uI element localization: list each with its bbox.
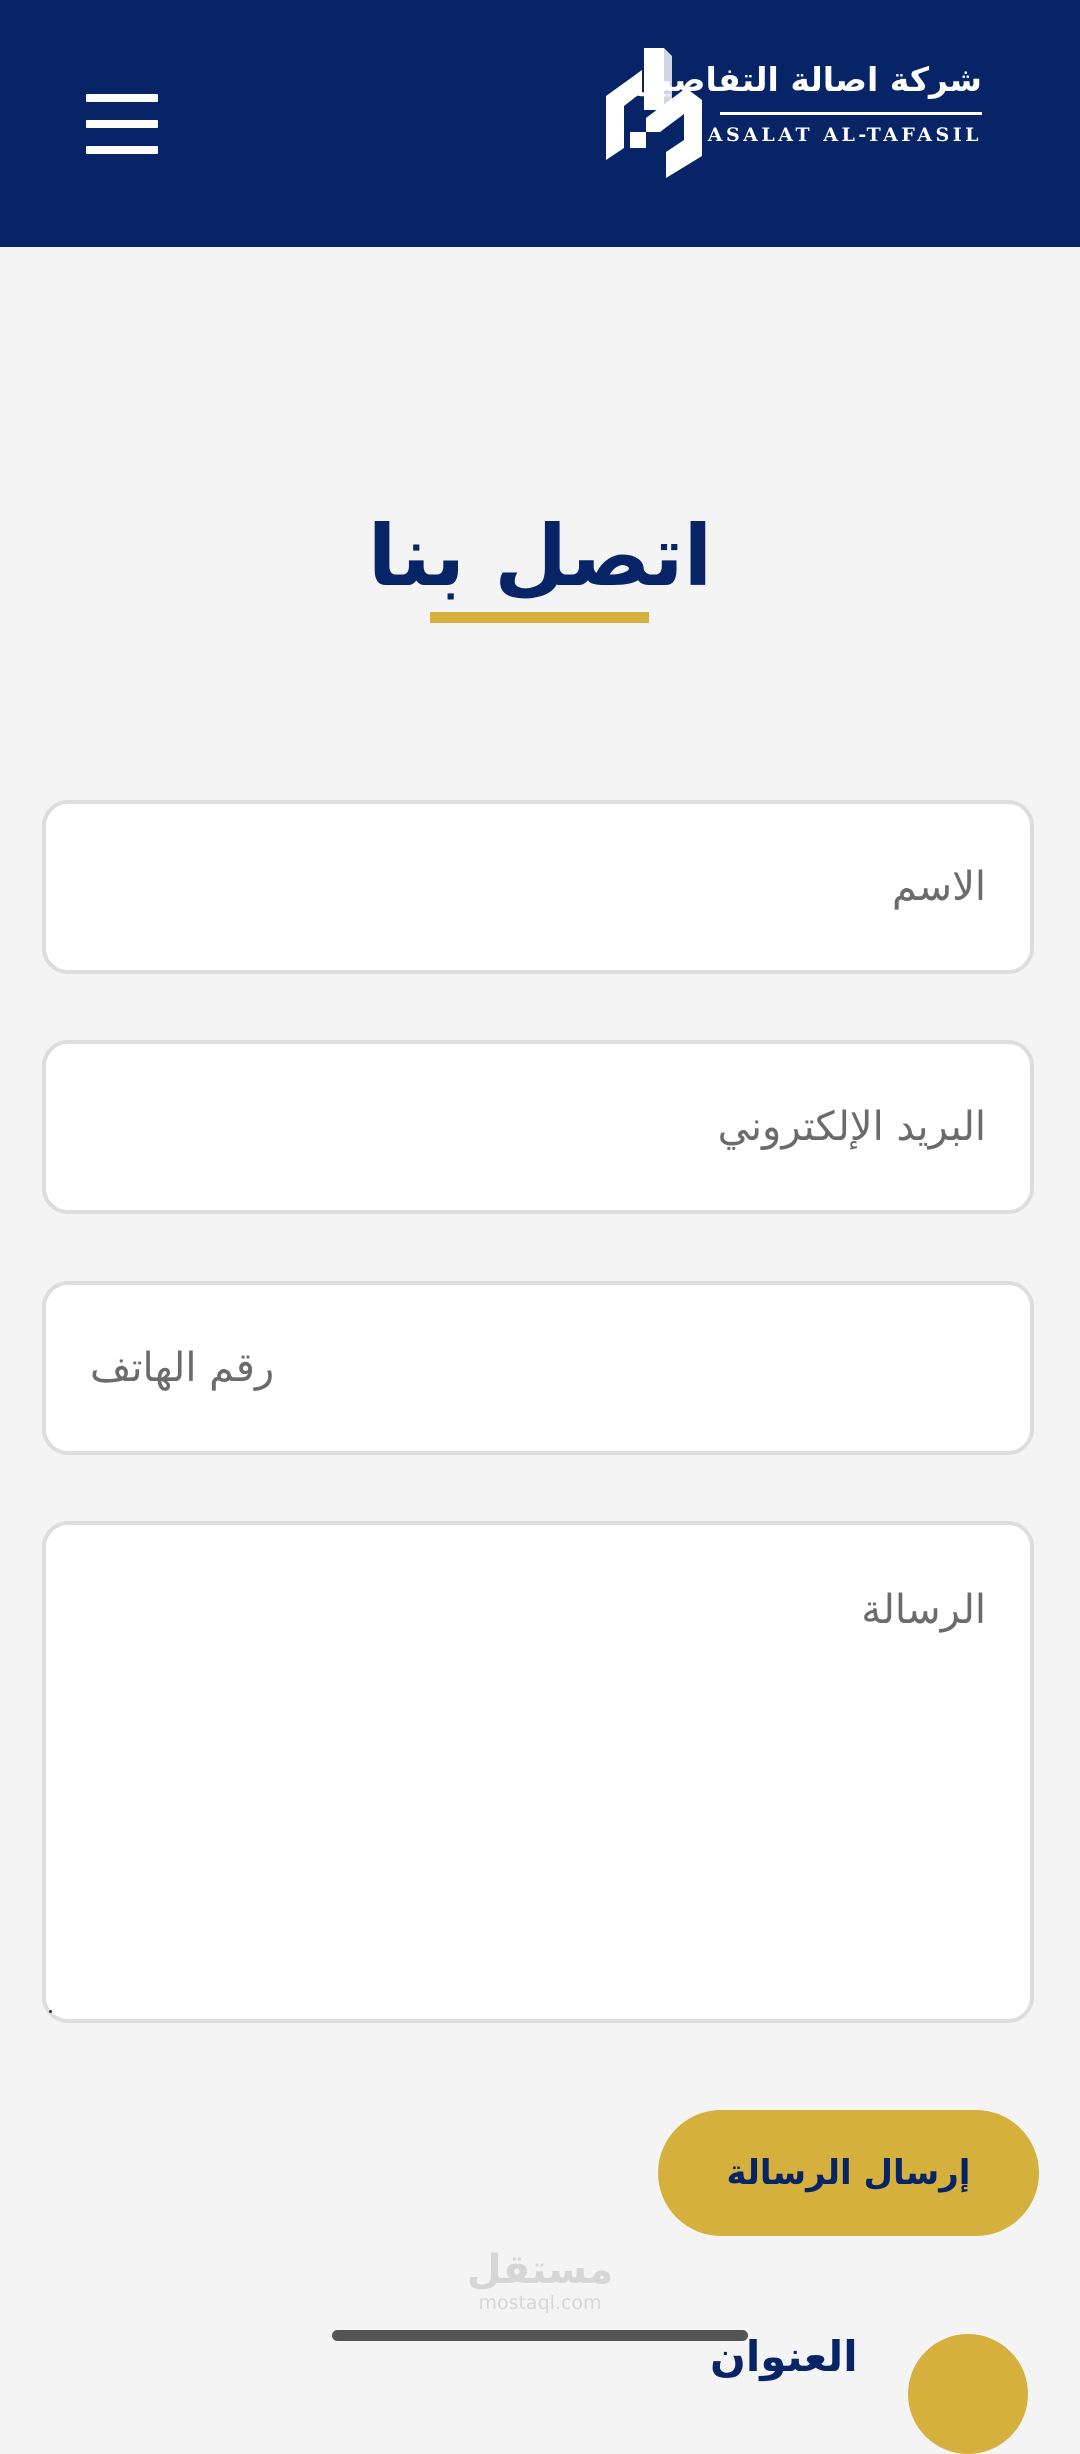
watermark-english: mostaql.com bbox=[478, 2292, 602, 2314]
page-title: اتصل بنا bbox=[367, 507, 713, 606]
watermark: مستقل mostaql.com bbox=[450, 2248, 630, 2314]
site-header: شركة اصالة التفاصيل ASALAT AL-TAFASIL bbox=[0, 0, 1080, 247]
hamburger-menu-icon[interactable] bbox=[86, 92, 158, 156]
name-field[interactable]: الاسم bbox=[42, 800, 1034, 974]
textarea-resize-handle[interactable] bbox=[49, 2010, 52, 2013]
logo-divider bbox=[720, 112, 982, 115]
title-underline bbox=[430, 612, 649, 623]
watermark-arabic: مستقل bbox=[466, 2247, 614, 2293]
home-indicator[interactable] bbox=[332, 2330, 748, 2341]
company-logo[interactable]: شركة اصالة التفاصيل ASALAT AL-TAFASIL bbox=[606, 48, 982, 178]
name-placeholder: الاسم bbox=[891, 864, 986, 910]
address-location-icon bbox=[908, 2334, 1028, 2454]
send-message-button[interactable]: إرسال الرسالة bbox=[658, 2110, 1039, 2236]
logo-arabic-name: شركة اصالة التفاصيل bbox=[630, 60, 982, 99]
phone-placeholder: رقم الهاتف bbox=[90, 1345, 275, 1391]
message-textarea[interactable]: الرسالة bbox=[42, 1521, 1034, 2023]
email-placeholder: البريد الإلكتروني bbox=[717, 1104, 986, 1150]
email-field[interactable]: البريد الإلكتروني bbox=[42, 1040, 1034, 1214]
logo-english-name: ASALAT AL-TAFASIL bbox=[707, 124, 982, 146]
message-placeholder: الرسالة bbox=[861, 1587, 986, 1633]
phone-field[interactable]: رقم الهاتف bbox=[42, 1281, 1034, 1455]
